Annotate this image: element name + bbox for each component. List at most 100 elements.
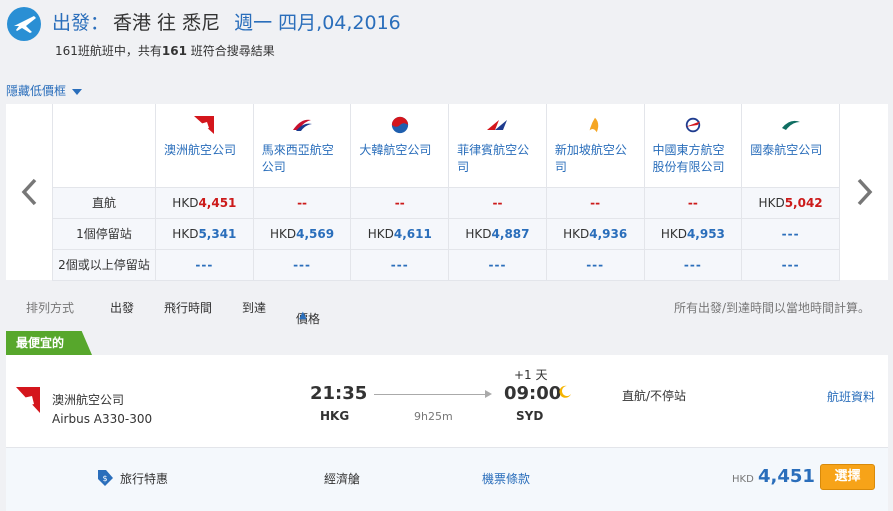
caret-down-icon xyxy=(72,88,83,95)
philippine-airlines-logo-icon xyxy=(487,120,508,130)
price-cell[interactable]: HKD5,042 xyxy=(741,186,840,219)
title-prefix: 出發： xyxy=(52,12,110,34)
airline-name: 中國東方航空股份有限公司 xyxy=(652,143,725,174)
airline-name: 國泰航空公司 xyxy=(750,143,823,157)
price-cell: --- xyxy=(252,248,352,281)
price-cell[interactable]: HKD4,451 xyxy=(155,186,254,219)
summary-text-c: 班符合搜尋結果 xyxy=(186,44,275,58)
matrix-corner xyxy=(52,104,156,188)
one-stop-row: 1個停留站 HKD5,341 HKD4,569 HKD4,611 HKD4,88… xyxy=(52,217,840,250)
departure-airport: HKG xyxy=(320,409,350,423)
airline-name: 新加坡航空公司 xyxy=(554,143,627,174)
moon-icon xyxy=(559,385,571,398)
price-cell: --- xyxy=(741,248,840,281)
date-text: 週一 四月,04,2016 xyxy=(234,12,401,34)
price-cell: -- xyxy=(545,186,645,219)
price-cell[interactable]: HKD4,887 xyxy=(448,217,547,250)
chevron-right-icon xyxy=(857,178,873,206)
qantas-logo-icon xyxy=(194,116,215,134)
select-flight-button[interactable]: 選擇 xyxy=(820,464,875,490)
row-label-one-stop: 1個停留站 xyxy=(52,217,156,250)
airline-col-qantas[interactable]: 澳洲航空公司 xyxy=(155,104,254,188)
price-cell[interactable]: HKD4,569 xyxy=(252,217,352,250)
cathay-pacific-logo-icon xyxy=(781,120,800,130)
price-cell: --- xyxy=(741,217,840,250)
fare-currency: HKD xyxy=(732,474,754,485)
singapore-airlines-logo-icon xyxy=(589,117,599,133)
airline-col-philippine[interactable]: 菲律賓航空公司 xyxy=(448,104,547,188)
price-cell: -- xyxy=(252,186,352,219)
price-cell: --- xyxy=(643,248,743,281)
fare-row: $ 旅行特惠 經濟艙 機票條款 HKD 4,451 選擇 xyxy=(6,447,888,511)
flight-path-arrow xyxy=(374,390,492,398)
matrix-next-button[interactable] xyxy=(842,104,888,280)
chevron-left-icon xyxy=(21,178,37,206)
price-cell: --- xyxy=(155,248,254,281)
flight-duration: 9h25m xyxy=(414,410,453,423)
airline-name: 大韓航空公司 xyxy=(359,143,432,157)
route-text: 香港 往 悉尼 xyxy=(113,12,221,34)
matrix-prev-button[interactable] xyxy=(6,104,52,280)
hide-price-matrix-toggle[interactable]: 隱藏低價框 xyxy=(6,82,83,99)
flight-result-card: 澳洲航空公司 Airbus A330-300 21:35 HKG 9h25m +… xyxy=(6,355,888,511)
airplane-logo-icon xyxy=(7,7,41,41)
aircraft-type: Airbus A330-300 xyxy=(52,412,153,426)
travel-deal-label: 旅行特惠 xyxy=(120,472,169,486)
airline-col-cathay[interactable]: 國泰航空公司 xyxy=(741,104,840,188)
price-cell: --- xyxy=(448,248,547,281)
departure-time: 21:35 xyxy=(310,383,368,404)
toggle-label: 隱藏低價框 xyxy=(6,84,67,98)
arrival-airport: SYD xyxy=(516,409,544,423)
price-cell[interactable]: HKD4,953 xyxy=(643,217,743,250)
local-time-note: 所有出發/到達時間以當地時間計算。 xyxy=(673,301,870,315)
two-plus-stop-row: 2個或以上停留站 --- --- --- --- --- --- --- xyxy=(52,248,840,281)
airline-name: 馬來西亞航空公司 xyxy=(261,143,334,174)
sort-duration[interactable]: 飛行時間 xyxy=(164,299,212,316)
row-label-direct: 直航 xyxy=(52,186,156,219)
sort-departure[interactable]: 出發 xyxy=(110,299,134,316)
price-cell[interactable]: HKD4,936 xyxy=(545,217,645,250)
flight-details-link[interactable]: 航班資料 xyxy=(827,388,875,405)
price-cell[interactable]: HKD4,611 xyxy=(350,217,450,250)
price-tag-icon: $ xyxy=(98,470,113,486)
svg-text:$: $ xyxy=(102,474,107,483)
korean-air-logo-icon xyxy=(391,116,408,134)
cabin-class: 經濟艙 xyxy=(324,472,361,486)
price-cell: --- xyxy=(350,248,450,281)
stops-info: 直航/不停站 xyxy=(622,389,687,403)
airline-name: 澳洲航空公司 xyxy=(164,143,237,157)
results-summary: 161班航班中，共有161 班符合搜尋結果 xyxy=(55,42,275,59)
price-cell: -- xyxy=(350,186,450,219)
cheapest-badge: 最便宜的 xyxy=(6,331,92,355)
row-label-two-plus: 2個或以上停留站 xyxy=(52,248,156,281)
airline-col-singapore[interactable]: 新加坡航空公司 xyxy=(545,104,645,188)
price-cell[interactable]: HKD5,341 xyxy=(155,217,254,250)
direct-row: 直航 HKD4,451 -- -- -- -- -- HKD5,042 xyxy=(52,186,840,219)
arrival-time: 09:00 xyxy=(504,383,562,404)
summary-text-a: 班航班中，共有 xyxy=(77,44,162,58)
page-header: 出發： 香港 往 悉尼 週一 四月,04,2016 161班航班中，共有161 班符… xyxy=(0,0,893,80)
qantas-logo-icon xyxy=(16,387,40,413)
airline-header-row: 澳洲航空公司 馬來西亞航空公司 大韓航空公司 菲律賓航空公司 新加坡航空公司 中… xyxy=(52,104,840,188)
price-matrix: 澳洲航空公司 馬來西亞航空公司 大韓航空公司 菲律賓航空公司 新加坡航空公司 中… xyxy=(6,104,888,281)
china-eastern-logo-icon xyxy=(685,117,701,133)
sort-arrival[interactable]: 到達 xyxy=(242,299,266,316)
summary-count: 161 xyxy=(161,44,187,58)
price-cell: --- xyxy=(545,248,645,281)
fare-rules-link[interactable]: 機票條款 xyxy=(482,470,530,487)
flights-count: 161 xyxy=(55,44,78,58)
result-airline-name: 澳洲航空公司 xyxy=(52,393,125,407)
airline-col-malaysia[interactable]: 馬來西亞航空公司 xyxy=(252,104,352,188)
price-cell: -- xyxy=(643,186,743,219)
airline-col-china-eastern[interactable]: 中國東方航空股份有限公司 xyxy=(643,104,743,188)
price-cell: -- xyxy=(448,186,547,219)
sort-label: 排列方式 xyxy=(26,301,75,315)
sort-bar: 排列方式 出發 飛行時間 到達 價格 ▲ 所有出發/到達時間以當地時間計算。 xyxy=(26,299,870,326)
day-offset: +1 天 xyxy=(514,368,548,382)
airline-col-korean[interactable]: 大韓航空公司 xyxy=(350,104,450,188)
malaysia-airlines-logo-icon xyxy=(293,119,313,131)
fare-price: 4,451 xyxy=(758,466,815,487)
price-matrix-grid: 澳洲航空公司 馬來西亞航空公司 大韓航空公司 菲律賓航空公司 新加坡航空公司 中… xyxy=(52,104,840,281)
airline-name: 菲律賓航空公司 xyxy=(457,143,530,174)
page-title: 出發： 香港 往 悉尼 週一 四月,04,2016 xyxy=(52,8,401,35)
